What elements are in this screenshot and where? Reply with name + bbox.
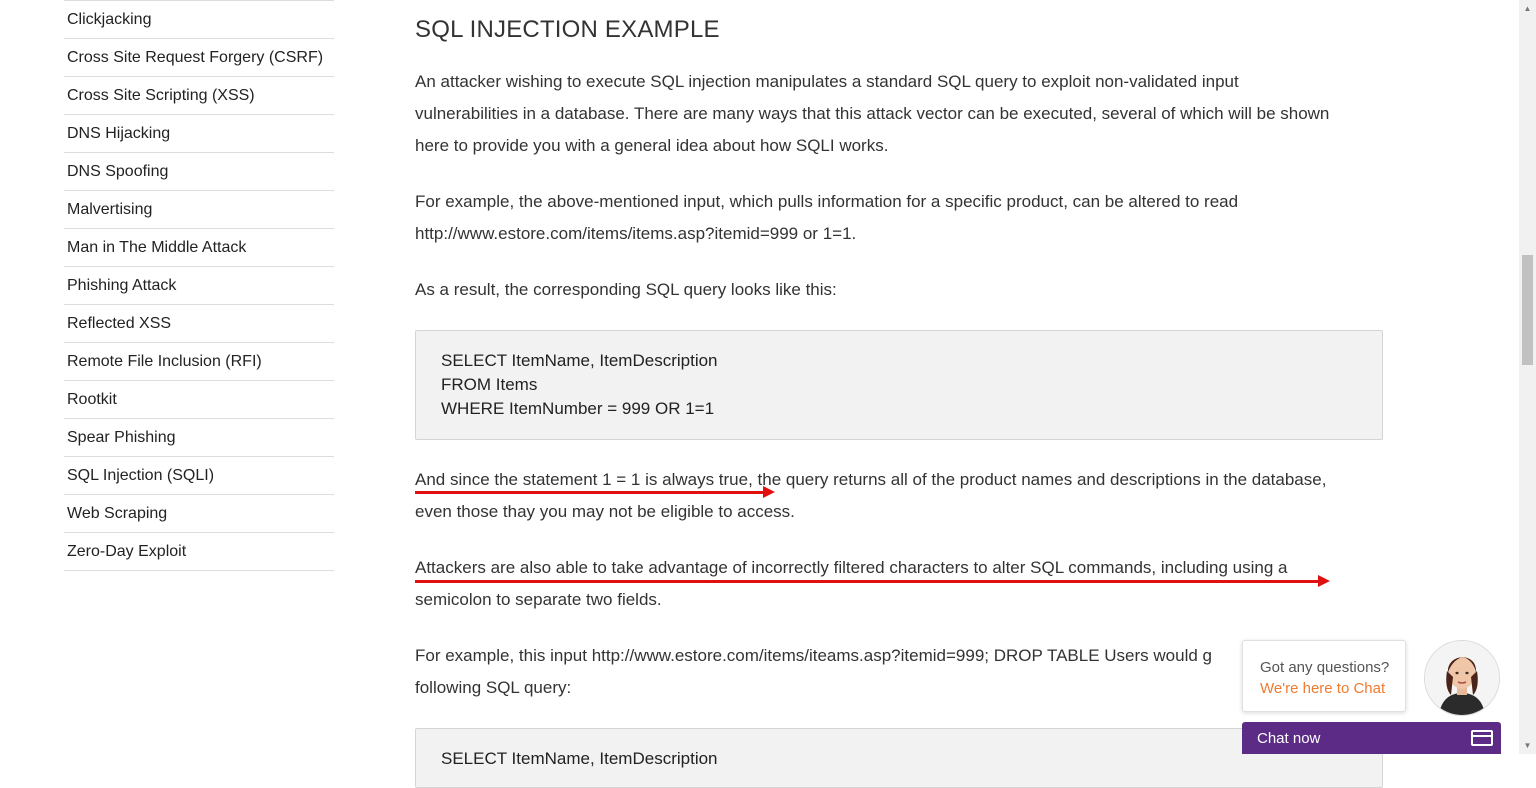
annotation-arrow	[415, 575, 1330, 587]
paragraph-line: For example, this input http://www.estor…	[415, 646, 1212, 665]
paragraph-line: For example, the above-mentioned input, …	[415, 192, 1239, 211]
annotation-arrow	[415, 486, 775, 498]
paragraph-line: semicolon to separate two fields.	[415, 590, 662, 609]
scrollbar-thumb[interactable]	[1522, 255, 1533, 365]
paragraph-line: http://www.estore.com/items/items.asp?it…	[415, 224, 857, 243]
sidebar-item-reflected-xss[interactable]: Reflected XSS	[64, 305, 334, 343]
code-line: WHERE ItemNumber = 999 OR 1=1	[441, 399, 715, 418]
code-block: SELECT ItemName, ItemDescription FROM It…	[415, 330, 1383, 440]
chat-window-icon	[1471, 730, 1493, 746]
sidebar-item-malvertising[interactable]: Malvertising	[64, 191, 334, 229]
sidebar-item-rootkit[interactable]: Rootkit	[64, 381, 334, 419]
sidebar-nav: Clickjacking Cross Site Request Forgery …	[64, 0, 334, 571]
paragraph-line: following SQL query:	[415, 678, 572, 697]
sidebar-item-rfi[interactable]: Remote File Inclusion (RFI)	[64, 343, 334, 381]
chat-invite-text: We're here to Chat	[1260, 680, 1386, 697]
paragraph-line: An attacker wishing to execute SQL injec…	[415, 72, 1239, 91]
sidebar-item-phishing[interactable]: Phishing Attack	[64, 267, 334, 305]
chat-prompt-bubble[interactable]: Got any questions? We're here to Chat	[1242, 640, 1406, 712]
paragraph-line: Attackers are also able to take advantag…	[415, 558, 1288, 577]
paragraph-line: And since the statement 1 = 1 is always …	[415, 470, 1327, 489]
sidebar-item-sqli[interactable]: SQL Injection (SQLI)	[64, 457, 334, 495]
agent-avatar-icon	[1425, 641, 1499, 715]
chat-agent-avatar[interactable]	[1424, 640, 1500, 716]
article-heading: SQL INJECTION EXAMPLE	[415, 16, 720, 43]
code-line: SELECT ItemName, ItemDescription	[441, 749, 718, 768]
paragraph-intro: An attacker wishing to execute SQL injec…	[415, 66, 1329, 162]
sidebar-item-web-scraping[interactable]: Web Scraping	[64, 495, 334, 533]
sidebar-item-mitm[interactable]: Man in The Middle Attack	[64, 229, 334, 267]
sidebar-item-csrf[interactable]: Cross Site Request Forgery (CSRF)	[64, 39, 334, 77]
paragraph-result: As a result, the corresponding SQL query…	[415, 274, 837, 306]
chat-now-button[interactable]: Chat now	[1242, 722, 1501, 754]
sidebar-item-dns-hijacking[interactable]: DNS Hijacking	[64, 115, 334, 153]
code-line: FROM Items	[441, 375, 538, 394]
code-line: SELECT ItemName, ItemDescription	[441, 351, 718, 370]
chat-now-label: Chat now	[1257, 730, 1321, 747]
paragraph-drop-table: For example, this input http://www.estor…	[415, 640, 1241, 704]
paragraph-filtered-characters: Attackers are also able to take advantag…	[415, 552, 1288, 616]
sidebar-item-dns-spoofing[interactable]: DNS Spoofing	[64, 153, 334, 191]
paragraph-example: For example, the above-mentioned input, …	[415, 186, 1238, 250]
sidebar-item-zero-day[interactable]: Zero-Day Exploit	[64, 533, 334, 571]
scroll-down-icon[interactable]: ▼	[1519, 737, 1536, 754]
chat-question-text: Got any questions?	[1260, 659, 1390, 676]
paragraph-line: vulnerabilities in a database. There are…	[415, 104, 1330, 123]
code-block-2: SELECT ItemName, ItemDescription	[415, 728, 1383, 788]
sidebar-item-spear-phishing[interactable]: Spear Phishing	[64, 419, 334, 457]
paragraph-always-true: And since the statement 1 = 1 is always …	[415, 464, 1326, 528]
scrollbar[interactable]: ▲ ▼	[1519, 0, 1536, 754]
paragraph-line: here to provide you with a general idea …	[415, 136, 889, 155]
sidebar-item-clickjacking[interactable]: Clickjacking	[64, 0, 334, 39]
paragraph-line: As a result, the corresponding SQL query…	[415, 280, 837, 299]
sidebar-item-xss[interactable]: Cross Site Scripting (XSS)	[64, 77, 334, 115]
paragraph-line: even those thay you may not be eligible …	[415, 502, 795, 521]
scroll-up-icon[interactable]: ▲	[1519, 0, 1536, 17]
